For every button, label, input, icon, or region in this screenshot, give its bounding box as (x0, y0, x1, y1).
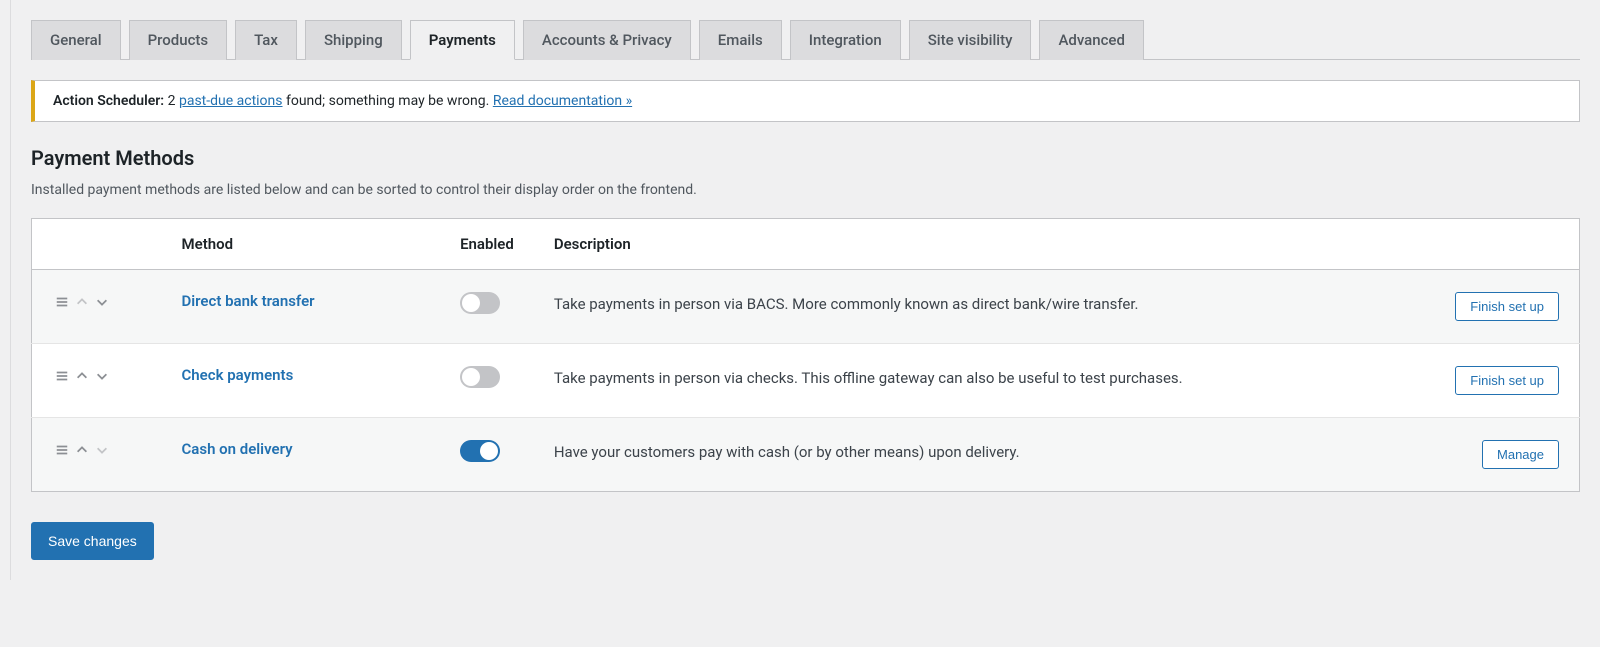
section-title: Payment Methods (31, 146, 1580, 170)
notice-past-due-link[interactable]: past-due actions (179, 93, 283, 109)
table-row: Check payments Take payments in person vi… (32, 344, 1580, 418)
col-enabled: Enabled (440, 219, 534, 270)
method-description: Take payments in person via checks. This… (534, 344, 1435, 418)
enabled-toggle[interactable] (460, 440, 500, 462)
method-action-button[interactable]: Finish set up (1455, 292, 1559, 321)
notice-count: 2 (168, 93, 176, 109)
chevron-up-icon[interactable] (72, 366, 92, 386)
section-description: Installed payment methods are listed bel… (31, 182, 1580, 198)
drag-handle-icon[interactable] (52, 366, 72, 386)
method-action-button[interactable]: Manage (1482, 440, 1559, 469)
payment-methods-table: Method Enabled Description Direct bank t… (31, 218, 1580, 492)
chevron-down-icon[interactable] (92, 366, 112, 386)
tab-shipping[interactable]: Shipping (305, 20, 402, 60)
tab-general[interactable]: General (31, 20, 121, 60)
tab-accounts-privacy[interactable]: Accounts & Privacy (523, 20, 691, 60)
chevron-up-icon[interactable] (72, 440, 92, 460)
col-sort (32, 219, 162, 270)
chevron-up-icon (72, 292, 92, 312)
settings-tabs: GeneralProductsTaxShippingPaymentsAccoun… (31, 0, 1580, 60)
tab-tax[interactable]: Tax (235, 20, 297, 60)
method-link[interactable]: Direct bank transfer (182, 292, 315, 310)
drag-handle-icon[interactable] (52, 292, 72, 312)
save-button[interactable]: Save changes (31, 522, 154, 560)
tab-advanced[interactable]: Advanced (1039, 20, 1143, 60)
notice-docs-link[interactable]: Read documentation » (493, 93, 632, 109)
col-description: Description (534, 219, 1435, 270)
tab-integration[interactable]: Integration (790, 20, 901, 60)
method-link[interactable]: Cash on delivery (182, 440, 293, 458)
table-row: Direct bank transfer Take payments in per… (32, 270, 1580, 344)
tab-payments[interactable]: Payments (410, 20, 515, 60)
action-scheduler-notice: Action Scheduler: 2 past-due actions fou… (31, 80, 1580, 122)
drag-handle-icon[interactable] (52, 440, 72, 460)
tab-products[interactable]: Products (129, 20, 228, 60)
notice-prefix: Action Scheduler: (53, 93, 164, 109)
tab-site-visibility[interactable]: Site visibility (909, 20, 1032, 60)
method-link[interactable]: Check payments (182, 366, 294, 384)
chevron-down-icon (92, 440, 112, 460)
tab-emails[interactable]: Emails (699, 20, 782, 60)
notice-middle: found; something may be wrong. (286, 93, 493, 109)
table-row: Cash on delivery Have your customers pay … (32, 418, 1580, 492)
method-description: Take payments in person via BACS. More c… (534, 270, 1435, 344)
method-description: Have your customers pay with cash (or by… (534, 418, 1435, 492)
col-action (1435, 219, 1579, 270)
col-method: Method (162, 219, 441, 270)
chevron-down-icon[interactable] (92, 292, 112, 312)
enabled-toggle[interactable] (460, 366, 500, 388)
method-action-button[interactable]: Finish set up (1455, 366, 1559, 395)
enabled-toggle[interactable] (460, 292, 500, 314)
